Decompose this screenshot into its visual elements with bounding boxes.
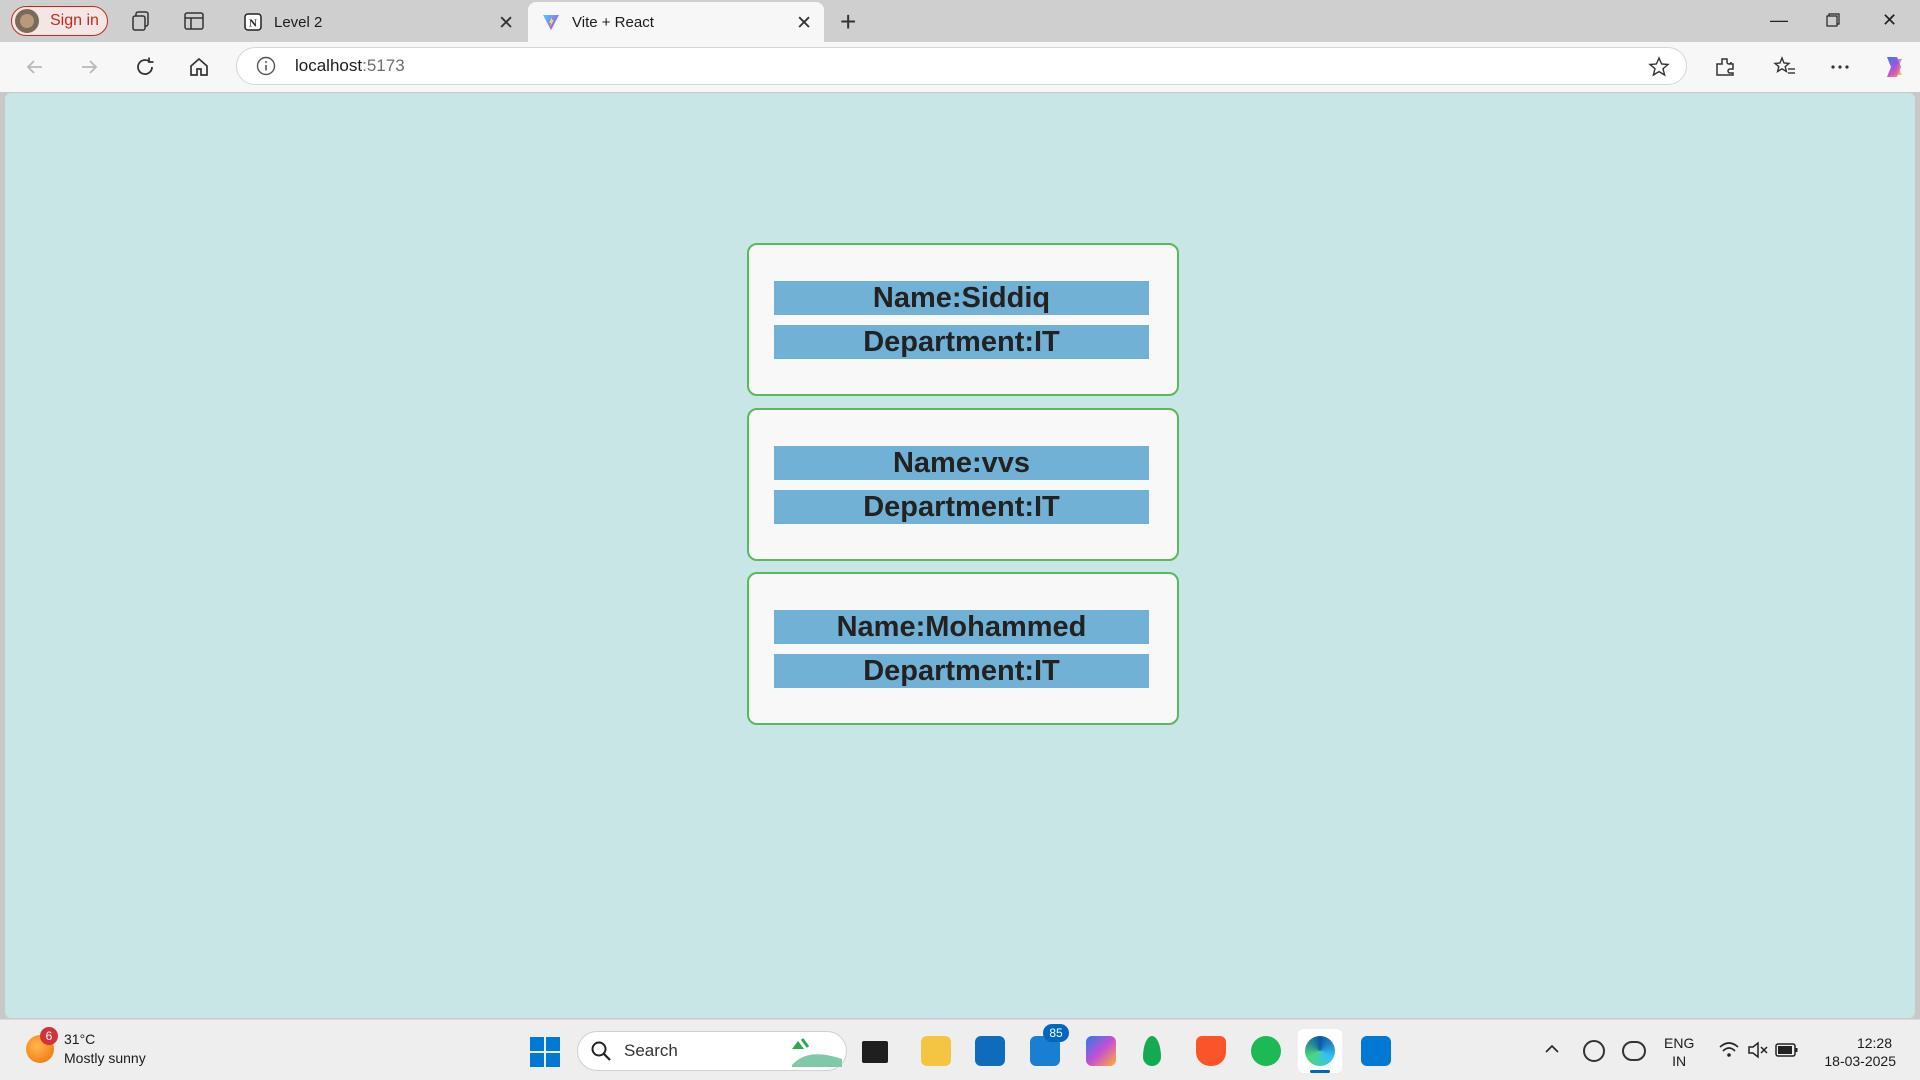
chevron-up-icon[interactable] xyxy=(1543,1042,1561,1056)
forward-icon[interactable] xyxy=(75,53,103,81)
new-tab-icon[interactable]: + xyxy=(840,6,856,38)
edge-app-tile[interactable] xyxy=(1298,1029,1342,1073)
weather-sun-icon: 6 xyxy=(26,1027,58,1063)
tab-level-2[interactable]: N Level 2 ✕ xyxy=(230,2,526,42)
battery-icon[interactable] xyxy=(1775,1041,1799,1059)
vite-icon xyxy=(543,15,559,30)
language-indicator[interactable]: ENG IN xyxy=(1664,1034,1694,1070)
favorites-icon[interactable] xyxy=(1771,53,1799,81)
sign-in-button[interactable]: Sign in xyxy=(11,6,108,36)
workspaces-icon[interactable] xyxy=(130,9,154,33)
start-button[interactable] xyxy=(530,1037,560,1067)
employee-name: Name:Siddiq xyxy=(774,281,1149,315)
weather-condition: Mostly sunny xyxy=(64,1050,146,1066)
taskbar-search[interactable]: Search xyxy=(577,1031,847,1071)
close-window-icon[interactable]: ✕ xyxy=(1882,10,1897,31)
sync-icon[interactable] xyxy=(1583,1040,1605,1062)
vertical-tabs-icon[interactable] xyxy=(182,9,206,33)
employee-card: Name:Mohammed Department:IT xyxy=(747,572,1179,725)
tab-strip: Sign in N Level 2 ✕ Vite + React ✕ + — ✕ xyxy=(0,0,1920,42)
back-icon[interactable] xyxy=(21,53,49,81)
search-highlight-icon xyxy=(792,1038,842,1067)
close-tab-icon[interactable]: ✕ xyxy=(498,12,514,35)
home-icon[interactable] xyxy=(185,53,213,81)
close-tab-icon[interactable]: ✕ xyxy=(796,12,812,35)
task-view-icon[interactable] xyxy=(862,1041,888,1063)
spotify-icon[interactable] xyxy=(1251,1036,1281,1066)
employee-card: Name:Siddiq Department:IT xyxy=(747,243,1179,396)
employee-department: Department:IT xyxy=(774,490,1149,524)
address-bar[interactable]: localhost:5173 xyxy=(236,47,1687,85)
volume-muted-icon[interactable] xyxy=(1746,1040,1770,1060)
employee-name: Name:Mohammed xyxy=(774,610,1149,644)
avatar xyxy=(15,9,39,33)
weather-badge: 6 xyxy=(40,1027,58,1045)
weather-widget[interactable]: 6 31°C Mostly sunny xyxy=(26,1027,146,1068)
tab-vite-react[interactable]: Vite + React ✕ xyxy=(528,2,824,42)
dell-icon[interactable] xyxy=(975,1036,1005,1066)
page-content: Name:Siddiq Department:IT Name:vvs Depar… xyxy=(5,93,1915,1018)
url-host: localhost xyxy=(295,56,363,75)
minimize-icon[interactable]: — xyxy=(1770,10,1788,31)
restore-icon[interactable] xyxy=(1826,13,1840,27)
employee-name: Name:vvs xyxy=(774,446,1149,480)
copilot-app-icon[interactable] xyxy=(1086,1036,1116,1066)
favorite-star-icon[interactable] xyxy=(1648,56,1670,78)
employee-department: Department:IT xyxy=(774,654,1149,688)
info-icon[interactable] xyxy=(255,55,277,77)
vscode-icon[interactable] xyxy=(1361,1036,1391,1066)
copilot-icon[interactable] xyxy=(1880,53,1908,81)
wifi-icon[interactable] xyxy=(1718,1040,1740,1060)
brave-icon[interactable] xyxy=(1196,1036,1226,1066)
employee-department: Department:IT xyxy=(774,325,1149,359)
extensions-icon[interactable] xyxy=(1711,53,1739,81)
edge-icon xyxy=(1305,1036,1335,1066)
url-port: :5173 xyxy=(362,56,405,75)
mail-badge: 85 xyxy=(1043,1024,1069,1042)
employee-card: Name:vvs Department:IT xyxy=(747,408,1179,561)
tab-title: Vite + React xyxy=(572,13,654,31)
notion-icon: N xyxy=(244,13,262,31)
file-explorer-icon[interactable] xyxy=(921,1036,951,1066)
sign-in-label: Sign in xyxy=(50,12,99,29)
cloud-icon[interactable] xyxy=(1622,1041,1646,1061)
refresh-icon[interactable] xyxy=(131,53,159,81)
tab-title: Level 2 xyxy=(274,13,323,31)
browser-toolbar: localhost:5173 xyxy=(0,42,1920,92)
search-icon xyxy=(591,1041,611,1061)
weather-temp: 31°C xyxy=(64,1031,96,1047)
more-menu-icon[interactable] xyxy=(1826,53,1854,81)
mongodb-icon[interactable] xyxy=(1143,1036,1161,1066)
taskbar: 6 31°C Mostly sunny Search 85 ENG IN 12:… xyxy=(0,1019,1920,1080)
search-label: Search xyxy=(624,1041,678,1060)
clock[interactable]: 12:28 18-03-2025 xyxy=(1818,1034,1896,1070)
svg-text:N: N xyxy=(249,18,257,30)
